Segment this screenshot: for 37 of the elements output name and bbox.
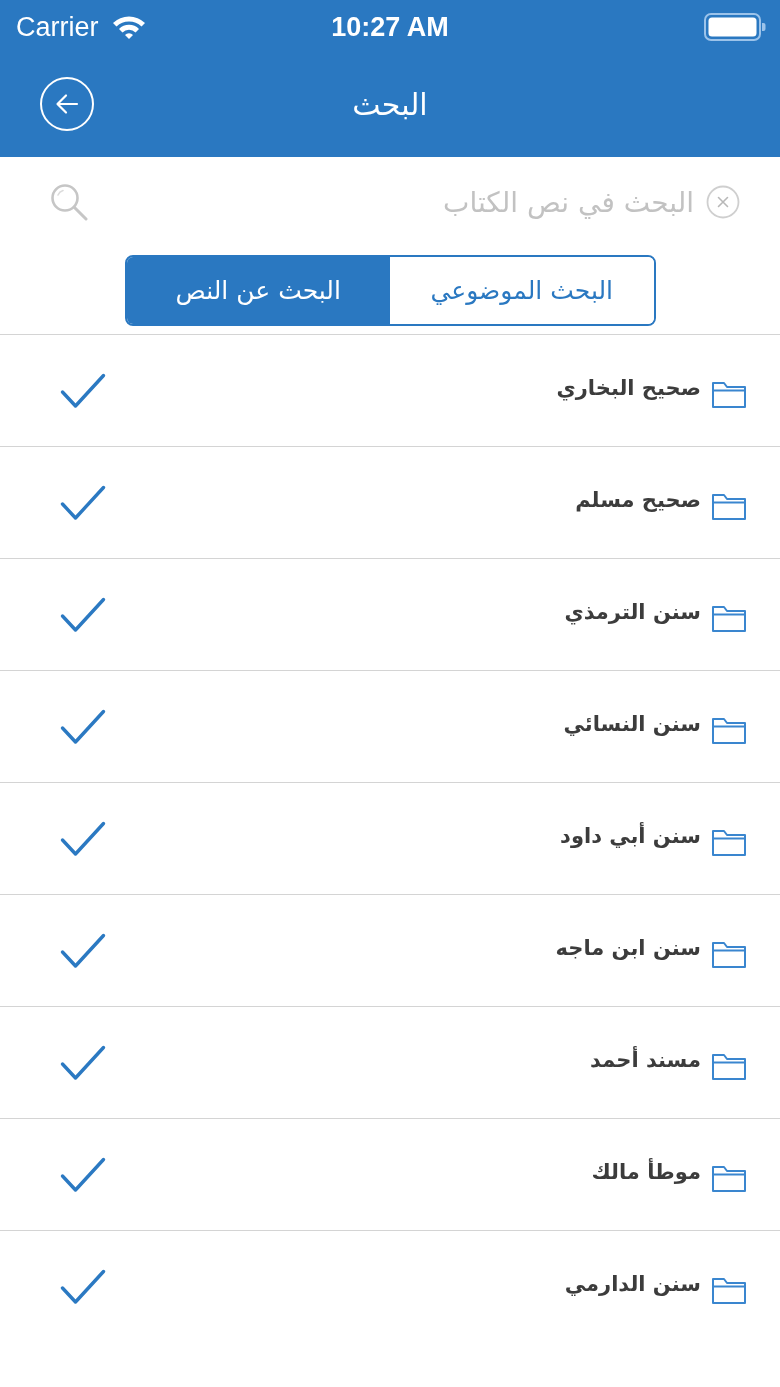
folder-icon	[711, 716, 747, 745]
carrier-name: Carrier	[16, 11, 99, 43]
folder-icon	[711, 828, 747, 857]
book-row[interactable]: سنن النسائي	[0, 671, 780, 783]
book-row[interactable]: موطأ مالك	[0, 1119, 780, 1231]
arrow-left-icon	[55, 93, 79, 115]
clear-icon[interactable]	[706, 185, 740, 219]
book-row[interactable]: سنن ابن ماجه	[0, 895, 780, 1007]
back-button[interactable]	[40, 77, 94, 131]
book-title: مسند أحمد	[590, 1047, 701, 1072]
folder-icon	[711, 1164, 747, 1193]
book-title: موطأ مالك	[591, 1159, 701, 1184]
book-row[interactable]: صحيح البخاري	[0, 335, 780, 447]
screen-title: البحث	[352, 87, 428, 122]
book-title: سنن أبي داود	[560, 823, 701, 848]
status-time: 10:27 AM	[331, 11, 449, 43]
folder-icon	[711, 1052, 747, 1081]
folder-icon	[711, 940, 747, 969]
book-row[interactable]: مسند أحمد	[0, 1007, 780, 1119]
folder-icon	[711, 604, 747, 633]
folder-icon	[711, 380, 747, 409]
book-row[interactable]: صحيح مسلم	[0, 447, 780, 559]
battery-icon	[704, 13, 766, 41]
segment-tab[interactable]: البحث عن النص	[126, 257, 390, 324]
book-title: صحيح مسلم	[575, 487, 701, 512]
search-icon[interactable]	[50, 183, 88, 221]
book-title: سنن الترمذي	[564, 599, 701, 624]
book-title: سنن الدارمي	[564, 1272, 701, 1296]
folder-icon	[711, 492, 747, 521]
search-field[interactable]: البحث في نص الكتاب	[96, 180, 698, 224]
book-row[interactable]: سنن الترمذي	[0, 559, 780, 671]
book-row[interactable]: سنن أبي داود	[0, 783, 780, 895]
book-title: سنن ابن ماجه	[555, 935, 701, 960]
book-row[interactable]: سنن الدارمي	[0, 1231, 780, 1343]
book-title: سنن النسائي	[563, 711, 701, 736]
folder-icon	[711, 1277, 747, 1305]
book-title: صحيح البخاري	[556, 375, 701, 400]
